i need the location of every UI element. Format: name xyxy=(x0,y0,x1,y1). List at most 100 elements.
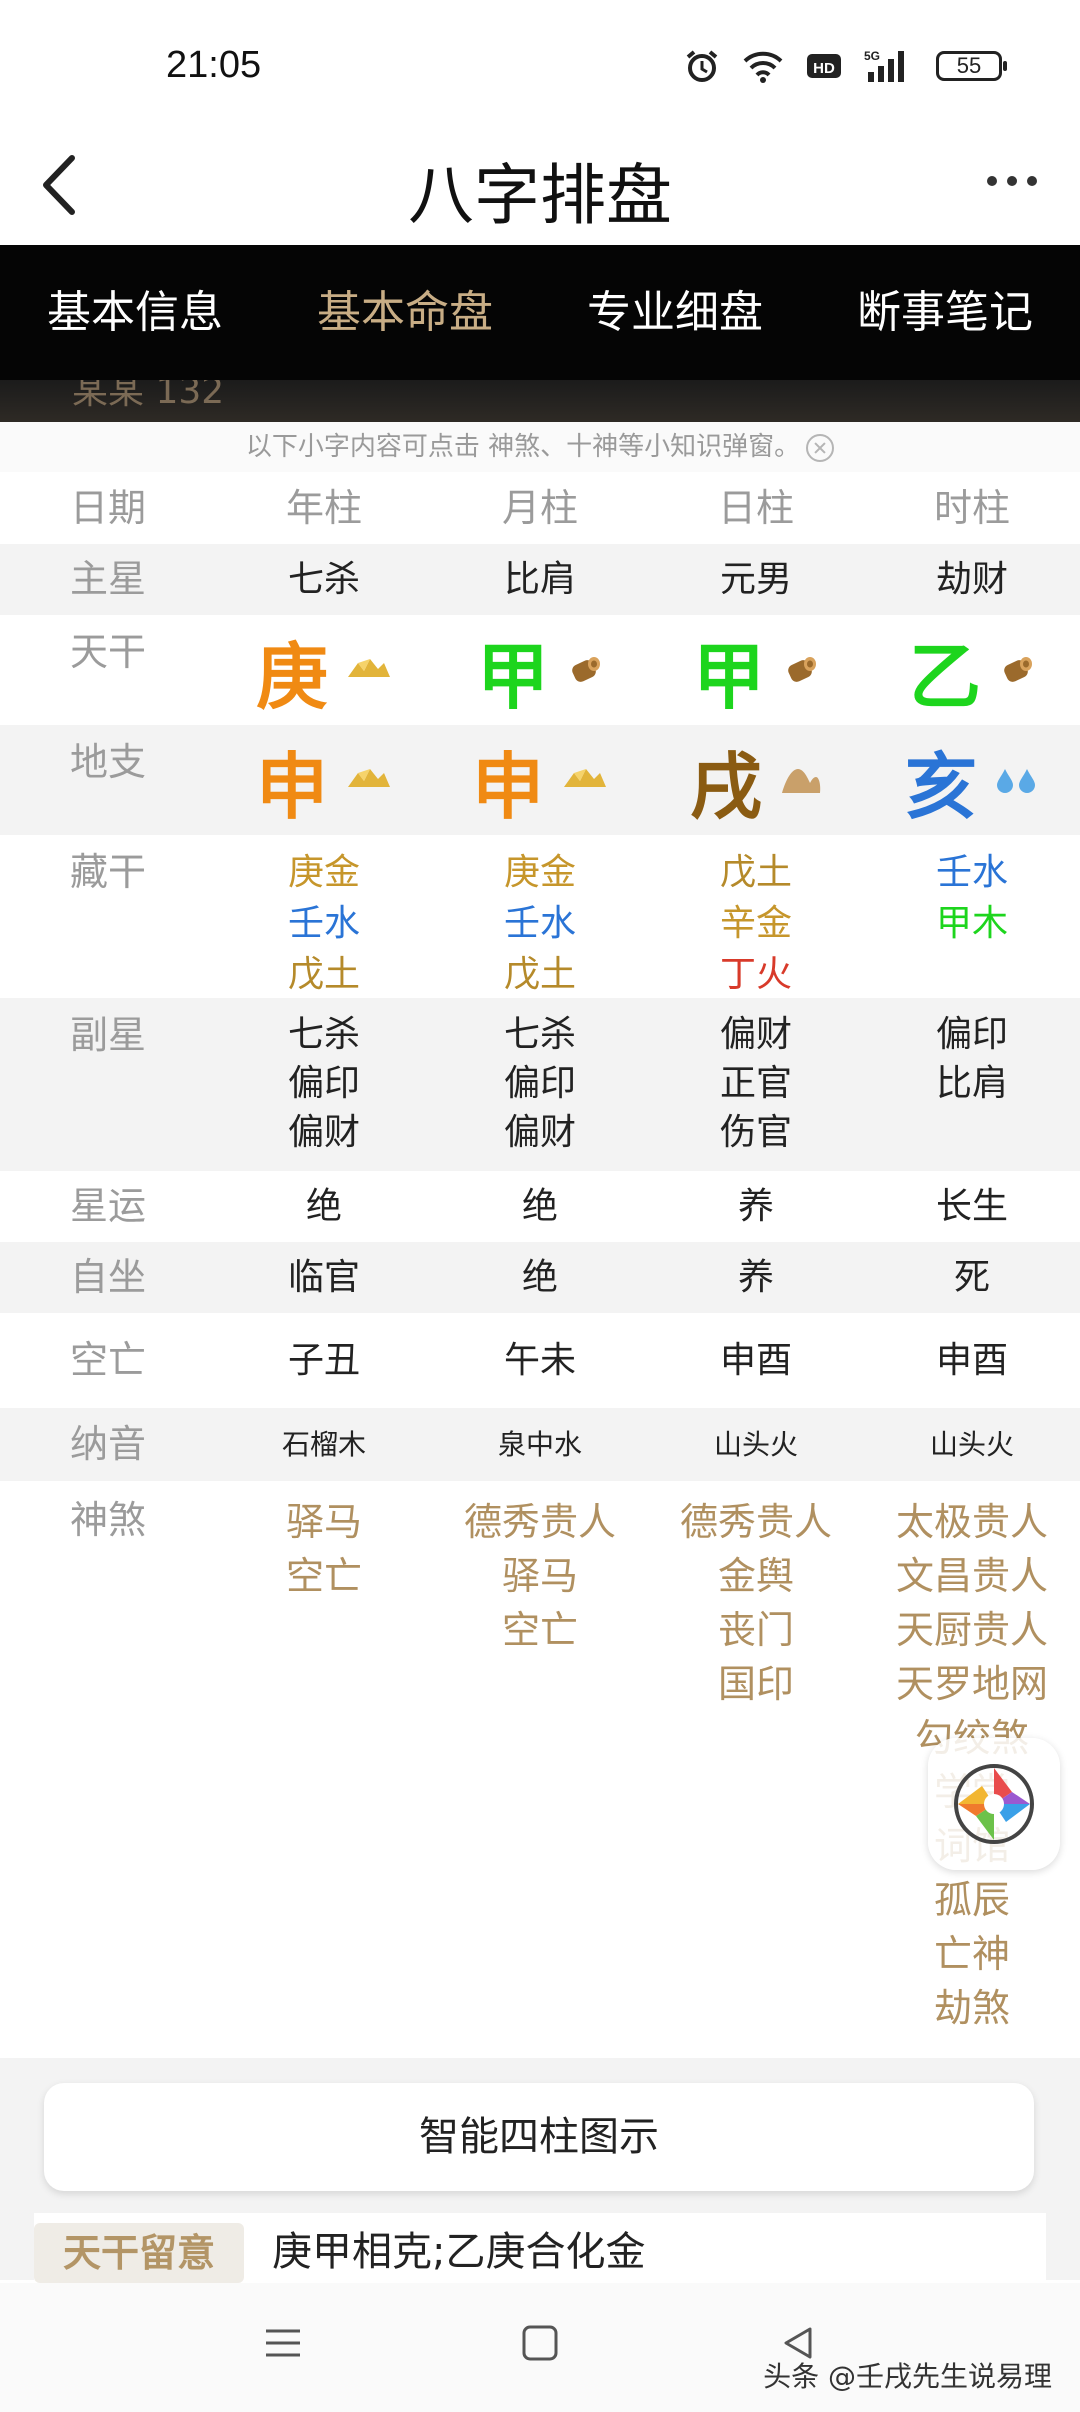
sub-stars-cell[interactable]: 七杀 偏印 偏财 xyxy=(432,998,648,1171)
more-options-icon[interactable] xyxy=(984,166,1040,196)
shensha-item[interactable]: 亡神 xyxy=(934,1927,1010,1981)
hidden-stems-cell[interactable]: 壬水 甲木 xyxy=(864,835,1080,998)
self-seat-cell[interactable]: 绝 xyxy=(432,1242,648,1313)
sub-stars-cell[interactable]: 偏财 正官 伤官 xyxy=(648,998,864,1171)
shensha-item[interactable]: 德秀贵人 xyxy=(464,1495,616,1549)
void-cell[interactable]: 申酉 xyxy=(864,1313,1080,1408)
branch-cell[interactable]: 申 xyxy=(432,725,648,835)
stem-cell[interactable]: 庚 xyxy=(216,615,432,725)
self-seat-cell[interactable]: 养 xyxy=(648,1242,864,1313)
tab-notes[interactable]: 断事笔记 xyxy=(810,245,1080,380)
gold-ingot-icon xyxy=(564,769,606,787)
row-label: 副星 xyxy=(69,1013,146,1057)
battery-icon: 55 xyxy=(936,51,1007,81)
void-cell[interactable]: 午未 xyxy=(432,1313,648,1408)
branch-char: 申 xyxy=(255,743,328,829)
shensha-item[interactable]: 天厨贵人 xyxy=(896,1603,1048,1657)
floating-assistant-button[interactable] xyxy=(928,1738,1060,1870)
star-luck-cell[interactable]: 绝 xyxy=(432,1171,648,1242)
branch-cell[interactable]: 申 xyxy=(216,725,432,835)
signal-5g-icon: 5G xyxy=(864,49,904,82)
hidden-stems-cell[interactable]: 庚金 壬水 戊土 xyxy=(432,835,648,998)
nayin-cell[interactable]: 山头火 xyxy=(648,1408,864,1481)
stem-char: 甲 xyxy=(692,633,765,719)
main-star-cell[interactable]: 七杀 xyxy=(216,544,432,615)
tab-basic-info[interactable]: 基本信息 xyxy=(0,245,270,380)
row-label: 主星 xyxy=(69,557,146,601)
wifi-icon xyxy=(743,51,783,83)
shensha-item[interactable]: 空亡 xyxy=(286,1549,362,1603)
branch-cell[interactable]: 亥 xyxy=(864,725,1080,835)
bazi-chart: 日期 年柱 月柱 日柱 时柱 主星 七杀 比肩 元男 劫财 天干 庚 甲 甲 乙… xyxy=(0,472,1080,2056)
hidden-stem: 壬水 xyxy=(287,903,360,944)
self-seat-cell[interactable]: 死 xyxy=(864,1242,1080,1313)
shensha-item[interactable]: 空亡 xyxy=(502,1603,578,1657)
shensha-item[interactable]: 德秀贵人 xyxy=(680,1495,832,1549)
shensha-item[interactable]: 劫煞 xyxy=(934,1981,1010,2035)
branch-cell[interactable]: 戌 xyxy=(648,725,864,835)
nayin-cell[interactable]: 山头火 xyxy=(864,1408,1080,1481)
wood-log-icon xyxy=(788,657,816,682)
water-drops-icon xyxy=(997,769,1035,793)
shensha-item[interactable]: 驿马 xyxy=(502,1549,578,1603)
sub-star: 正官 xyxy=(719,1063,792,1104)
shensha-cell: 德秀贵人 驿马 空亡 xyxy=(432,1481,648,2056)
hint-bar: 以下小字内容可点击 神煞、十神等小知识弹窗。 xyxy=(0,422,1080,472)
star-luck-cell[interactable]: 养 xyxy=(648,1171,864,1242)
row-heavenly-stem: 天干 庚 甲 甲 乙 xyxy=(0,615,1080,725)
tab-basic-chart[interactable]: 基本命盘 xyxy=(270,245,540,380)
shensha-item[interactable]: 天罗地网 xyxy=(896,1657,1048,1711)
shensha-item[interactable]: 文昌贵人 xyxy=(896,1549,1048,1603)
star-luck-cell[interactable]: 长生 xyxy=(864,1171,1080,1242)
row-label: 自坐 xyxy=(69,1255,146,1299)
main-star-cell[interactable]: 劫财 xyxy=(864,544,1080,615)
hidden-stem: 庚金 xyxy=(503,852,576,893)
hidden-stem: 戊土 xyxy=(503,954,576,995)
sub-stars-cell[interactable]: 偏印 比肩 xyxy=(864,998,1080,1171)
stem-cell[interactable]: 甲 xyxy=(432,615,648,725)
close-hint-icon[interactable] xyxy=(806,433,835,462)
hidden-stems-cell[interactable]: 戊土 辛金 丁火 xyxy=(648,835,864,998)
stem-char: 甲 xyxy=(476,633,549,719)
main-star-cell[interactable]: 比肩 xyxy=(432,544,648,615)
shensha-item[interactable]: 太极贵人 xyxy=(896,1495,1048,1549)
header: 八字排盘 xyxy=(0,120,1080,245)
self-seat-cell[interactable]: 临官 xyxy=(216,1242,432,1313)
stem-cell[interactable]: 甲 xyxy=(648,615,864,725)
shensha-item[interactable]: 孤辰 xyxy=(934,1873,1010,1927)
watermark: 头条 @壬戌先生说易理 xyxy=(763,2360,1052,2393)
svg-text:5G: 5G xyxy=(864,49,880,63)
smart-pillars-button[interactable]: 智能四柱图示 xyxy=(44,2083,1034,2191)
earth-mound-icon xyxy=(782,769,821,793)
status-icons: HD 5G 55 xyxy=(684,44,1007,88)
row-shensha: 神煞 驿马 空亡 德秀贵人 驿马 空亡 德秀贵人 金舆 丧门 国印 太极贵人 文… xyxy=(0,1481,1080,2056)
alarm-icon xyxy=(686,50,718,82)
menu-icon[interactable] xyxy=(262,2323,304,2363)
void-cell[interactable]: 申酉 xyxy=(648,1313,864,1408)
branch-char: 亥 xyxy=(904,743,977,829)
shensha-item[interactable]: 国印 xyxy=(718,1657,794,1711)
shensha-item[interactable]: 丧门 xyxy=(718,1603,794,1657)
hidden-stem: 甲木 xyxy=(935,903,1008,944)
sub-star: 七杀 xyxy=(503,1014,576,1055)
pillar-day-header: 日柱 xyxy=(717,486,794,530)
shensha-item[interactable]: 金舆 xyxy=(718,1549,794,1603)
hidden-stems-cell[interactable]: 庚金 壬水 戊土 xyxy=(216,835,432,998)
row-label: 天干 xyxy=(69,630,146,674)
nayin-cell[interactable]: 石榴木 xyxy=(216,1408,432,1481)
page-title: 八字排盘 xyxy=(408,157,672,234)
hidden-stem: 壬水 xyxy=(503,903,576,944)
sub-star: 七杀 xyxy=(287,1014,360,1055)
row-label: 藏干 xyxy=(69,850,146,894)
nayin-cell[interactable]: 泉中水 xyxy=(432,1408,648,1481)
tab-pro-detail[interactable]: 专业细盘 xyxy=(540,245,810,380)
sub-stars-cell[interactable]: 七杀 偏印 偏财 xyxy=(216,998,432,1171)
stem-cell[interactable]: 乙 xyxy=(864,615,1080,725)
star-luck-cell[interactable]: 绝 xyxy=(216,1171,432,1242)
sub-star: 偏财 xyxy=(503,1112,576,1153)
hidden-stem: 丁火 xyxy=(719,954,792,995)
void-cell[interactable]: 子丑 xyxy=(216,1313,432,1408)
home-icon[interactable] xyxy=(520,2323,560,2363)
shensha-cell: 驿马 空亡 xyxy=(216,1481,432,2056)
shensha-item[interactable]: 驿马 xyxy=(286,1495,362,1549)
